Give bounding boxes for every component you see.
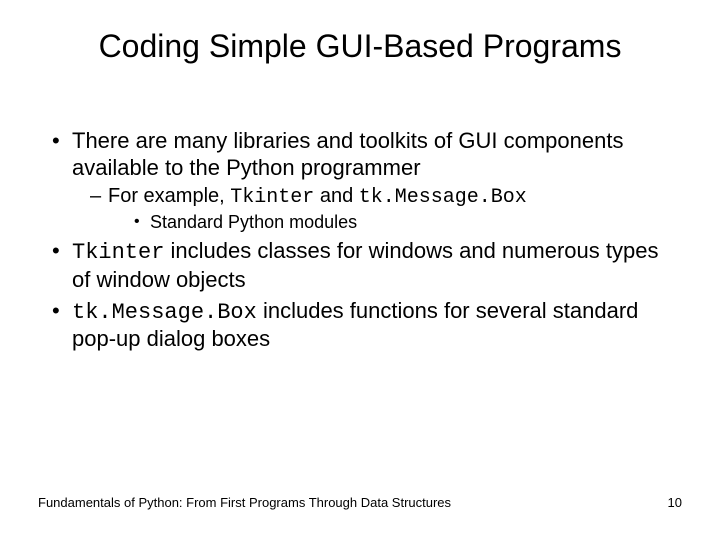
bullet-1-subsub: Standard Python modules (134, 212, 680, 234)
code-tkmessagebox: tk.Message.Box (359, 186, 527, 209)
bullet-2: Tkinter includes classes for windows and… (46, 238, 680, 294)
bullet-1-subsublist: Standard Python modules (108, 212, 680, 234)
bullet-1-text: There are many libraries and toolkits of… (72, 128, 623, 180)
code-tkinter-2: Tkinter (72, 240, 164, 265)
bullet-list: There are many libraries and toolkits of… (46, 128, 680, 353)
footer-text: Fundamentals of Python: From First Progr… (38, 495, 451, 510)
bullet-1-sub: For example, Tkinter and tk.Message.Box … (90, 184, 680, 234)
page-number: 10 (668, 495, 682, 510)
slide-title: Coding Simple GUI-Based Programs (0, 28, 720, 65)
code-tkinter: Tkinter (230, 186, 314, 209)
bullet-1-sub-mid: and (314, 185, 358, 207)
bullet-1-subsub-text: Standard Python modules (150, 212, 357, 232)
bullet-3: tk.Message.Box includes functions for se… (46, 298, 680, 354)
bullet-1-sub-prefix: For example, (108, 185, 230, 207)
slide-body: There are many libraries and toolkits of… (46, 128, 680, 357)
slide: Coding Simple GUI-Based Programs There a… (0, 0, 720, 540)
bullet-1: There are many libraries and toolkits of… (46, 128, 680, 234)
code-tkmessagebox-2: tk.Message.Box (72, 300, 257, 325)
bullet-1-sublist: For example, Tkinter and tk.Message.Box … (72, 184, 680, 234)
